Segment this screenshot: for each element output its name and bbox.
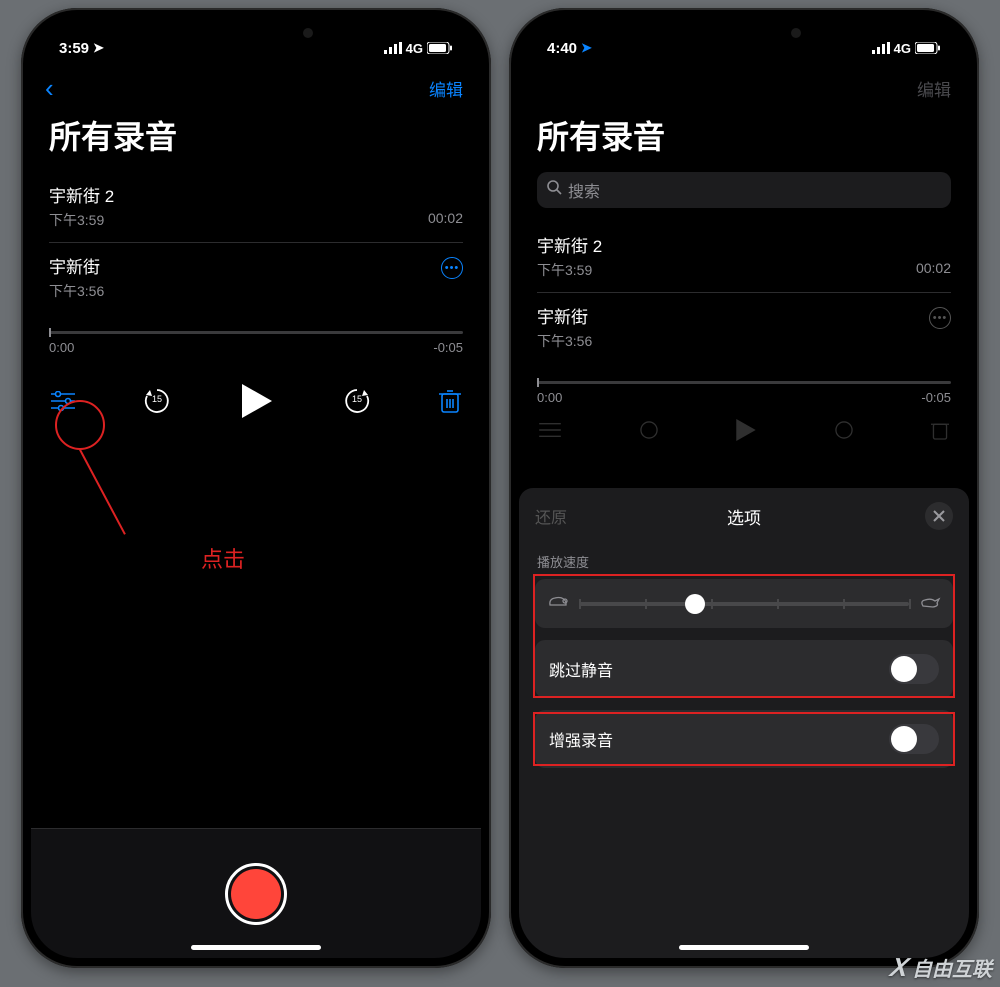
page-title: 所有录音	[31, 108, 481, 172]
edit-button[interactable]: 编辑	[429, 76, 463, 101]
skip-seconds: 15	[342, 394, 372, 404]
annotation-label: 点击	[201, 542, 245, 574]
play-button[interactable]	[736, 419, 756, 441]
skip-silence-toggle[interactable]	[889, 654, 939, 684]
nav-bar: 编辑	[519, 64, 969, 108]
playhead[interactable]	[49, 328, 51, 337]
more-options-button[interactable]: •••	[929, 307, 951, 329]
recording-item[interactable]: 宇新街 2 下午3:59 00:02	[537, 222, 951, 293]
recording-subtitle: 下午3:59	[537, 260, 592, 280]
speed-slider[interactable]	[579, 602, 909, 606]
skip-back-button[interactable]	[638, 419, 660, 441]
network-label: 4G	[894, 41, 911, 56]
scrubber[interactable]	[537, 381, 951, 384]
playhead[interactable]	[537, 378, 539, 387]
notch	[649, 18, 839, 48]
time-elapsed: 0:00	[537, 390, 562, 405]
recording-item[interactable]: 宇新街 2 下午3:59 00:02	[49, 172, 463, 243]
edit-button[interactable]: 编辑	[917, 76, 951, 101]
location-icon: ➤	[581, 40, 592, 56]
recordings-list: 宇新街 2 下午3:59 00:02 宇新街 下午3:56 •••	[519, 222, 969, 363]
player: 0:00 -0:05 15 15	[31, 313, 481, 419]
screen: 3:59 ➤ 4G ‹ 编辑 所有录音	[31, 18, 481, 958]
recording-duration: 00:02	[428, 210, 463, 230]
phone-right: 4:40 ➤ 4G 编辑 所有录音	[509, 8, 979, 968]
page-title: 所有录音	[519, 108, 969, 172]
speed-section-label: 播放速度	[537, 552, 951, 571]
skip-seconds: 15	[142, 394, 172, 404]
record-dot-icon	[231, 869, 281, 919]
player: 0:00 -0:05	[519, 363, 969, 441]
annotation-line	[79, 449, 126, 535]
nav-bar: ‹ 编辑	[31, 64, 481, 108]
status-time: 3:59	[59, 40, 89, 57]
time-remaining: -0:05	[921, 390, 951, 405]
time-remaining: -0:05	[433, 340, 463, 355]
battery-icon	[915, 42, 941, 54]
signal-icon	[384, 42, 402, 54]
recording-name: 宇新街 2	[537, 232, 951, 257]
options-sheet: 还原 选项 播放速度	[519, 488, 969, 958]
watermark-logo-icon: X	[887, 952, 911, 983]
more-options-button[interactable]: •••	[441, 257, 463, 279]
location-icon: ➤	[93, 40, 104, 56]
recording-name: 宇新街	[49, 253, 463, 278]
search-placeholder: 搜索	[568, 178, 600, 202]
close-button[interactable]	[925, 502, 953, 530]
recording-name: 宇新街	[537, 303, 951, 328]
time-elapsed: 0:00	[49, 340, 74, 355]
watermark-text: 自由互联	[912, 953, 992, 982]
home-indicator[interactable]	[679, 945, 809, 950]
back-button[interactable]: ‹	[45, 73, 54, 104]
scrubber[interactable]	[49, 331, 463, 334]
rabbit-icon	[919, 593, 941, 614]
search-icon	[547, 180, 562, 200]
recording-duration: 00:02	[916, 260, 951, 280]
skip-forward-button[interactable]	[833, 419, 855, 441]
skip-back-button[interactable]: 15	[142, 386, 172, 416]
slider-knob[interactable]	[685, 594, 705, 614]
enhance-toggle[interactable]	[889, 724, 939, 754]
recording-item[interactable]: 宇新街 下午3:56 •••	[537, 293, 951, 363]
recordings-list: 宇新街 2 下午3:59 00:02 宇新街 下午3:56 •••	[31, 172, 481, 313]
record-button[interactable]	[225, 863, 287, 925]
options-button[interactable]	[539, 421, 561, 439]
speed-slider-row	[535, 579, 953, 628]
recording-subtitle: 下午3:59	[49, 210, 104, 230]
network-label: 4G	[406, 41, 423, 56]
skip-forward-button[interactable]: 15	[342, 386, 372, 416]
delete-button[interactable]	[931, 420, 949, 440]
toggle-knob	[891, 656, 917, 682]
watermark: X 自由互联	[891, 952, 992, 983]
reset-button[interactable]: 还原	[535, 504, 567, 528]
search-input[interactable]: 搜索	[537, 172, 951, 208]
phone-left: 3:59 ➤ 4G ‹ 编辑 所有录音	[21, 8, 491, 968]
battery-icon	[427, 42, 453, 54]
screen: 4:40 ➤ 4G 编辑 所有录音	[519, 18, 969, 958]
recording-subtitle: 下午3:56	[537, 331, 592, 351]
notch	[161, 18, 351, 48]
delete-button[interactable]	[439, 389, 461, 413]
home-indicator[interactable]	[191, 945, 321, 950]
play-button[interactable]	[239, 383, 275, 419]
sheet-title: 选项	[519, 504, 969, 529]
enhance-label: 增强录音	[549, 727, 613, 751]
signal-icon	[872, 42, 890, 54]
recording-name: 宇新街 2	[49, 182, 463, 207]
recording-subtitle: 下午3:56	[49, 281, 104, 301]
toggle-knob	[891, 726, 917, 752]
recording-item[interactable]: 宇新街 下午3:56 •••	[49, 243, 463, 313]
skip-silence-label: 跳过静音	[549, 657, 613, 681]
status-time: 4:40	[547, 40, 577, 57]
enhance-row: 增强录音	[535, 710, 953, 768]
record-bar	[31, 828, 481, 958]
options-button[interactable]	[51, 391, 75, 411]
turtle-icon	[547, 593, 569, 614]
skip-silence-row: 跳过静音	[535, 640, 953, 698]
